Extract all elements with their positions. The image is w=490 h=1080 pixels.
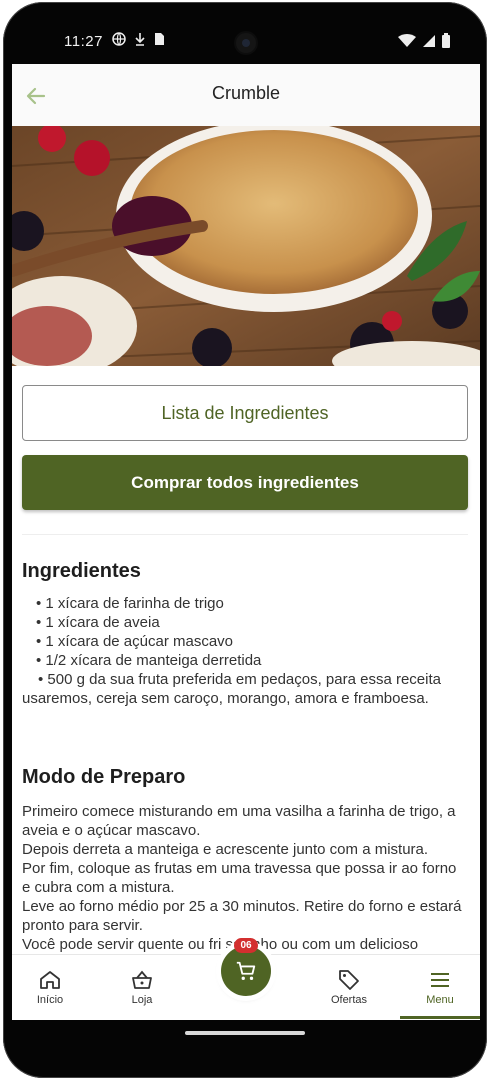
preparation-line: Leve ao forno médio por 25 a 30 minutos.… bbox=[22, 898, 462, 934]
cart-icon bbox=[236, 961, 256, 980]
cart-count-badge: 06 bbox=[234, 938, 258, 953]
nav-label-home: Início bbox=[36, 994, 64, 1006]
preparation-line: Por fim, coloque as frutas em uma traves… bbox=[22, 860, 457, 896]
nav-item-store[interactable]: Loja bbox=[107, 955, 177, 1020]
ingredient-item: • 1 xícara de açúcar mascavo bbox=[36, 633, 234, 650]
cart-button[interactable] bbox=[221, 946, 271, 996]
front-camera bbox=[236, 33, 256, 53]
basket-icon bbox=[132, 970, 152, 989]
page-title: Crumble bbox=[211, 83, 281, 103]
vpn-icon bbox=[112, 32, 126, 46]
home-icon bbox=[40, 971, 60, 989]
ingredient-item: • 1 xícara de aveia bbox=[36, 614, 160, 631]
preparation-text: Primeiro comece misturando em uma vasilh… bbox=[22, 802, 468, 954]
app-screen: Crumble Lista de Ingredientes Comprar to… bbox=[12, 64, 480, 1020]
nav-label-menu: Menu bbox=[426, 994, 454, 1006]
signal-icon bbox=[423, 34, 435, 47]
ingredient-item: • 1/2 xícara de manteiga derretida bbox=[36, 652, 262, 669]
home-indicator[interactable] bbox=[185, 1031, 305, 1035]
app-bar: Crumble bbox=[12, 64, 480, 126]
tag-icon bbox=[339, 970, 359, 990]
ingredients-list: • 1 xícara de farinha de trigo • 1 xícar… bbox=[22, 594, 468, 708]
wifi-icon bbox=[398, 33, 416, 47]
preparation-line: Depois derreta a manteiga e acrescente j… bbox=[22, 841, 429, 858]
preparation-line: Primeiro comece misturando em uma vasilh… bbox=[22, 803, 456, 839]
download-icon bbox=[135, 33, 145, 46]
active-tab-indicator bbox=[400, 1016, 480, 1019]
ingredient-item: • 1 xícara de farinha de trigo bbox=[36, 595, 224, 612]
ingredient-item: • 500 g da sua fruta preferida em pedaço… bbox=[22, 671, 441, 707]
recipe-photo bbox=[12, 126, 480, 366]
nav-label-offers: Ofertas bbox=[330, 994, 368, 1006]
nav-item-menu[interactable]: Menu bbox=[405, 955, 475, 1020]
status-time: 11:27 bbox=[64, 33, 103, 50]
menu-icon bbox=[431, 973, 449, 987]
nav-item-offers[interactable]: Ofertas bbox=[314, 955, 384, 1020]
nav-label-store: Loja bbox=[131, 994, 153, 1006]
divider bbox=[22, 534, 468, 535]
ingredients-heading: Ingredientes bbox=[22, 560, 141, 582]
buy-all-ingredients-button[interactable]: Comprar todos ingredientes bbox=[22, 455, 468, 510]
battery-icon bbox=[442, 33, 450, 48]
sim-icon bbox=[155, 33, 164, 45]
ingredients-list-button[interactable]: Lista de Ingredientes bbox=[22, 385, 468, 441]
nav-item-home[interactable]: Início bbox=[15, 955, 85, 1020]
preparation-heading: Modo de Preparo bbox=[22, 766, 186, 788]
